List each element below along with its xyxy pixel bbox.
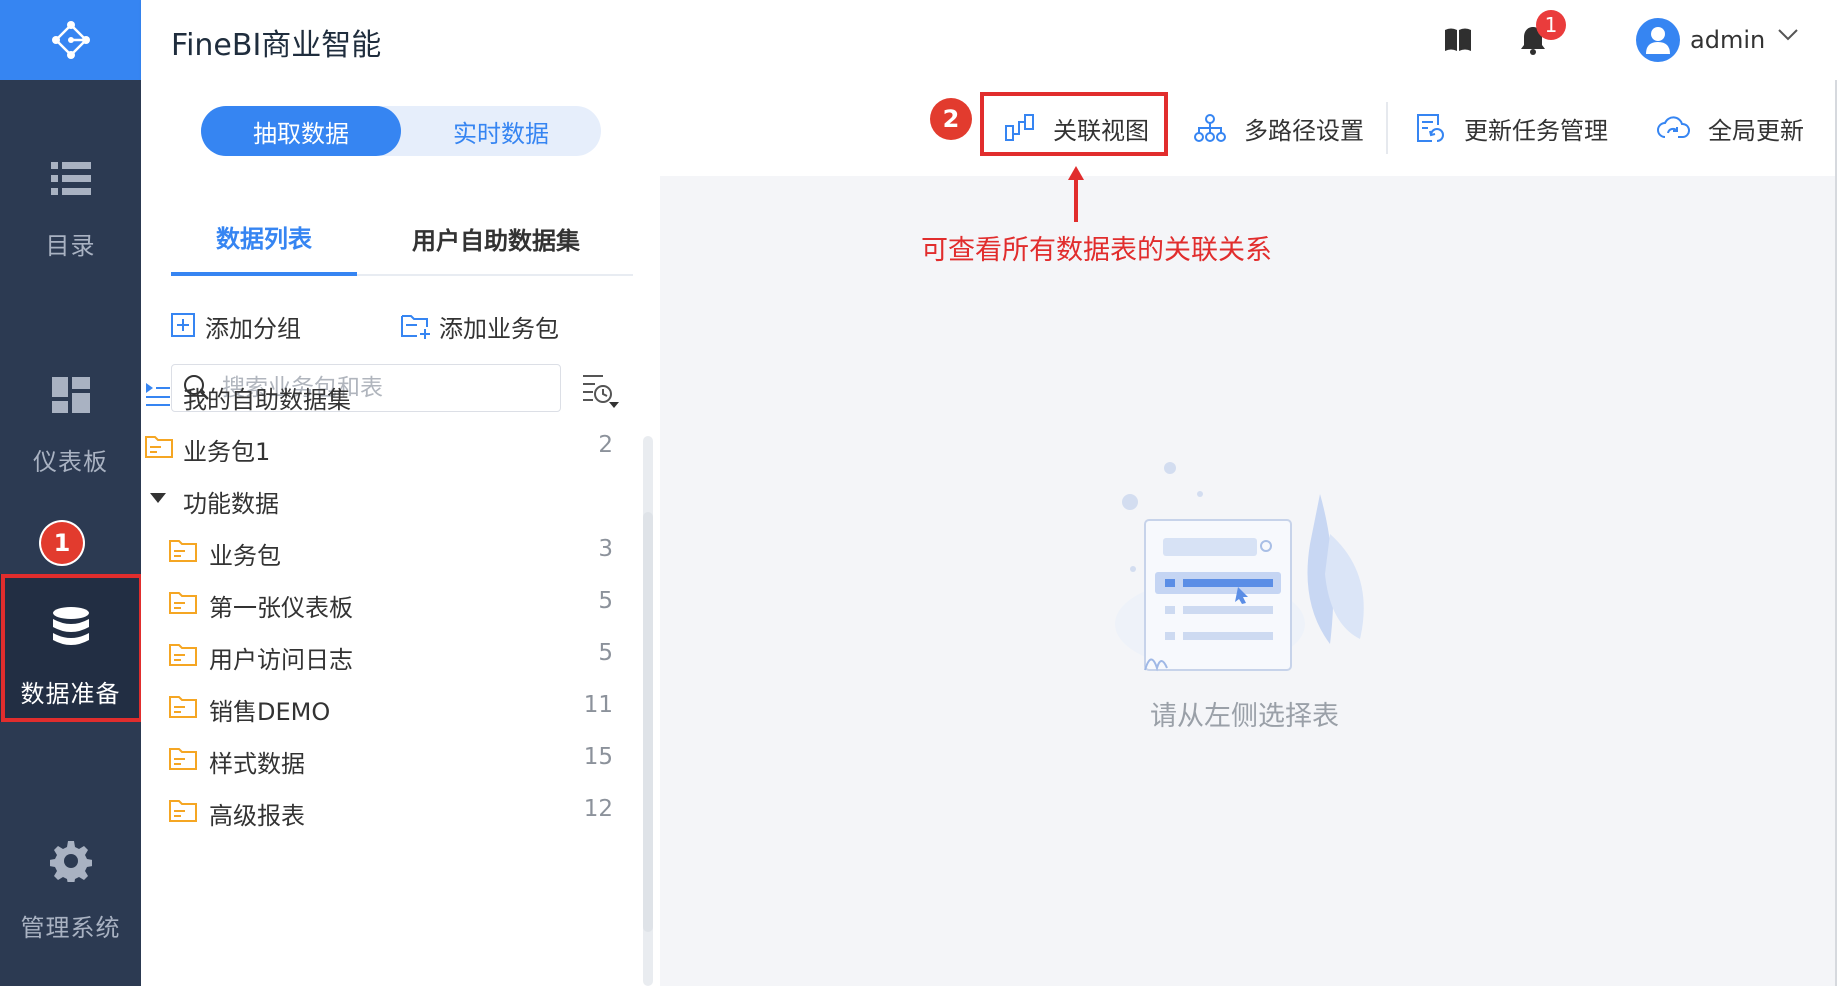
tree-scrollbar[interactable] xyxy=(643,436,653,986)
tree-item-folder[interactable]: 业务包1 2 xyxy=(143,420,613,476)
caret-down-icon[interactable] xyxy=(149,492,167,504)
add-package-button[interactable]: 添加业务包 xyxy=(401,306,559,346)
tree-label: 样式数据 xyxy=(209,750,305,778)
tree-item-folder[interactable]: 用户访问日志 5 xyxy=(169,628,613,684)
relation-view-button[interactable]: 关联视图 xyxy=(1005,106,1149,150)
tree-count: 15 xyxy=(583,744,613,770)
add-group-icon xyxy=(171,313,195,337)
add-group-label: 添加分组 xyxy=(205,314,301,343)
tab-data-list[interactable]: 数据列表 xyxy=(171,200,357,276)
folder-icon xyxy=(169,748,197,770)
relation-view-icon xyxy=(1005,114,1034,141)
folder-icon xyxy=(169,644,197,666)
user-name[interactable]: admin xyxy=(1690,26,1765,54)
tree-label: 第一张仪表板 xyxy=(209,594,353,622)
tree-count: 11 xyxy=(583,692,613,718)
nav-label-dashboard: 仪表板 xyxy=(33,448,108,476)
logo[interactable] xyxy=(0,0,141,80)
nav-label-catalog: 目录 xyxy=(45,232,96,260)
tab-self-service-dataset[interactable]: 用户自助数据集 xyxy=(381,200,611,276)
tree-count: 5 xyxy=(598,640,613,666)
tree-item-folder[interactable]: 销售DEMO 11 xyxy=(169,680,613,736)
tree-count: 2 xyxy=(598,432,613,458)
tree-label: 销售DEMO xyxy=(209,698,331,726)
app-root: 目录 仪表板 数据准备 1 管理系统 FineBI商业智能 1 admin 抽取… xyxy=(0,0,1837,986)
tree-item-folder[interactable]: 样式数据 15 xyxy=(169,732,613,788)
multipath-label: 多路径设置 xyxy=(1244,116,1364,145)
data-mode-toggle: 抽取数据 实时数据 xyxy=(201,106,601,156)
empty-state-text: 请从左侧选择表 xyxy=(1150,701,1339,732)
notification-badge: 1 xyxy=(1536,10,1566,40)
segment-extract[interactable]: 抽取数据 xyxy=(201,106,401,156)
gear-icon xyxy=(48,838,94,884)
tree-item-folder[interactable]: 高级报表 12 xyxy=(169,784,613,840)
self-service-list-icon xyxy=(146,383,170,406)
folder-icon xyxy=(169,592,197,614)
app-title: FineBI商业智能 xyxy=(171,28,382,63)
relation-view-label: 关联视图 xyxy=(1053,116,1149,145)
chevron-down-icon[interactable] xyxy=(1777,28,1799,42)
nav-item-dashboard[interactable]: 仪表板 xyxy=(0,342,141,492)
folder-icon xyxy=(169,540,197,562)
step1-badge: 1 xyxy=(41,522,83,564)
nav-item-admin[interactable]: 管理系统 xyxy=(0,808,141,958)
user-icon xyxy=(1646,27,1670,54)
tree-item-self-service[interactable]: 我的自助数据集 xyxy=(143,368,613,424)
finebi-logo-icon xyxy=(51,21,90,59)
data-panel: 抽取数据 实时数据 数据列表 用户自助数据集 添加分组 添加业务包 我的自助数据… xyxy=(141,80,661,986)
global-update-button[interactable]: 全局更新 xyxy=(1656,106,1804,150)
folder-icon xyxy=(169,696,197,718)
add-group-button[interactable]: 添加分组 xyxy=(171,306,301,346)
tree-item-group[interactable]: 功能数据 xyxy=(143,472,613,528)
folder-icon xyxy=(169,800,197,822)
database-icon xyxy=(48,604,94,650)
global-update-label: 全局更新 xyxy=(1708,116,1804,145)
nav-item-data-prep[interactable]: 数据准备 xyxy=(0,574,141,722)
nav-label-admin: 管理系统 xyxy=(20,914,121,942)
multipath-settings-button[interactable]: 多路径设置 xyxy=(1194,106,1364,150)
help-book-icon[interactable] xyxy=(1440,22,1476,58)
toolbar-divider xyxy=(1386,102,1388,154)
tree-count: 12 xyxy=(583,796,613,822)
tree-label: 业务包 xyxy=(209,542,281,570)
update-task-management-button[interactable]: 更新任务管理 xyxy=(1416,106,1608,150)
tree-label: 高级报表 xyxy=(209,802,305,830)
tree-label: 我的自助数据集 xyxy=(183,386,351,414)
task-mgmt-label: 更新任务管理 xyxy=(1464,116,1608,145)
tree-count: 3 xyxy=(598,536,613,562)
annotation-arrow-icon xyxy=(1068,166,1084,222)
segment-realtime[interactable]: 实时数据 xyxy=(401,106,601,156)
task-refresh-icon xyxy=(1417,114,1444,142)
panel-tabs: 数据列表 用户自助数据集 xyxy=(171,200,633,276)
hierarchy-icon xyxy=(1194,114,1226,142)
avatar[interactable] xyxy=(1636,18,1680,62)
dashboard-icon xyxy=(48,372,94,418)
top-header: FineBI商业智能 1 admin xyxy=(141,0,1837,80)
nav-label-data-prep: 数据准备 xyxy=(20,680,121,708)
scrollbar-thumb[interactable] xyxy=(643,512,653,932)
toolbar: 2 关联视图 多路径设置 更新任务管理 全局更新 xyxy=(660,80,1837,176)
cloud-refresh-icon xyxy=(1657,116,1690,138)
tree-item-folder[interactable]: 第一张仪表板 5 xyxy=(169,576,613,632)
add-package-label: 添加业务包 xyxy=(439,314,559,343)
list-icon xyxy=(48,156,94,202)
left-nav: 目录 仪表板 数据准备 1 管理系统 xyxy=(0,0,143,986)
empty-state-illustration xyxy=(1115,462,1364,672)
tree-item-folder[interactable]: 业务包 3 xyxy=(169,524,613,580)
add-package-icon xyxy=(401,315,430,339)
nav-item-catalog[interactable]: 目录 xyxy=(0,126,141,276)
tree-label: 业务包1 xyxy=(183,438,271,466)
folder-icon xyxy=(145,436,173,458)
tree-count: 5 xyxy=(598,588,613,614)
tree-label: 用户访问日志 xyxy=(209,646,353,674)
step2-badge: 2 xyxy=(930,98,972,140)
tree-label: 功能数据 xyxy=(183,490,279,518)
annotation-text: 可查看所有数据表的关联关系 xyxy=(921,235,1272,266)
